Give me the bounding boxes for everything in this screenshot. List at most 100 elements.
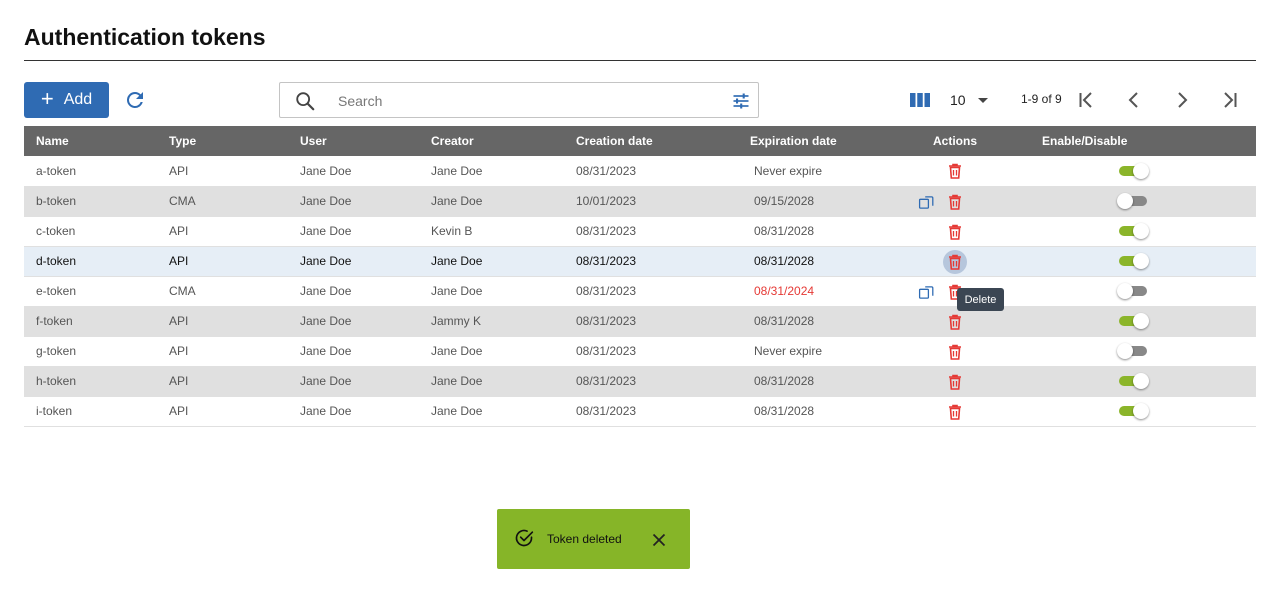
cell-name: c-token <box>36 224 76 238</box>
trash-icon[interactable] <box>948 344 962 360</box>
snackbar: Token deleted <box>497 509 690 569</box>
trash-icon[interactable] <box>948 374 962 390</box>
enable-toggle[interactable] <box>1119 163 1149 180</box>
page-size-select[interactable]: 10 <box>950 90 988 110</box>
trash-icon[interactable] <box>948 254 962 270</box>
cell-created: 08/31/2023 <box>576 284 637 298</box>
trash-icon[interactable] <box>948 163 962 179</box>
tune-icon[interactable] <box>731 91 751 111</box>
table-row[interactable]: h-token API Jane Doe Jane Doe 08/31/2023 08/3… <box>24 366 1256 396</box>
enable-toggle[interactable] <box>1119 403 1149 420</box>
cell-created: 08/31/2023 <box>576 404 637 418</box>
cell-creator: Jammy K <box>431 314 482 328</box>
cell-enable-disable <box>1012 306 1256 336</box>
enable-toggle[interactable] <box>1117 193 1149 210</box>
cell-creator: Jane Doe <box>431 163 483 178</box>
cell-type: API <box>169 163 189 178</box>
toggle-knob <box>1133 253 1149 270</box>
cell-user: Jane Doe <box>300 344 352 358</box>
add-button[interactable]: + Add <box>24 82 109 118</box>
enable-toggle[interactable] <box>1117 283 1149 300</box>
cell-enable-disable <box>1012 216 1256 246</box>
column-header-creator[interactable]: Creator <box>419 126 564 156</box>
enable-toggle[interactable] <box>1119 313 1149 330</box>
toggle-knob <box>1133 403 1149 420</box>
cell-user: Jane Doe <box>300 314 352 328</box>
chevron-down-icon <box>977 97 988 103</box>
cell-user: Jane Doe <box>300 254 352 268</box>
table-row[interactable]: b-token CMA Jane Doe Jane Doe 10/01/2023 09/1… <box>24 186 1256 216</box>
cell-type: API <box>169 404 189 418</box>
table-row[interactable]: c-token API Jane Doe Kevin B 08/31/2023 08/31… <box>24 216 1256 246</box>
copy-icon[interactable] <box>918 194 934 211</box>
cell-type: API <box>169 344 189 358</box>
refresh-icon[interactable] <box>123 88 147 112</box>
search-input[interactable] <box>338 90 718 112</box>
page-size-value: 10 <box>950 92 966 108</box>
column-header-creation-date[interactable]: Creation date <box>564 126 738 156</box>
search-icon <box>296 92 315 111</box>
cell-expires: 08/31/2028 <box>754 224 815 238</box>
enable-toggle[interactable] <box>1119 253 1149 270</box>
close-icon[interactable] <box>652 533 666 547</box>
cell-created: 08/31/2023 <box>576 163 637 178</box>
cell-expires: 08/31/2028 <box>754 374 815 388</box>
trash-icon[interactable] <box>948 404 962 420</box>
cell-type: API <box>169 374 189 388</box>
enable-toggle[interactable] <box>1119 223 1149 240</box>
cell-name: a-token <box>36 163 77 178</box>
column-header-type[interactable]: Type <box>157 126 288 156</box>
cell-actions <box>898 186 1012 216</box>
table-row[interactable]: a-token API Jane Doe Jane Doe 08/31/2023 Neve… <box>24 156 1256 186</box>
cell-creator: Jane Doe <box>431 194 483 208</box>
chevron-left-icon[interactable] <box>1122 88 1146 112</box>
cell-enable-disable <box>1012 396 1256 426</box>
trash-icon[interactable] <box>948 194 962 210</box>
cell-creator: Jane Doe <box>431 404 483 418</box>
cell-actions <box>898 216 1012 246</box>
cell-enable-disable <box>1012 366 1256 396</box>
column-header-user[interactable]: User <box>288 126 419 156</box>
cell-name: i-token <box>36 404 73 418</box>
delete-tooltip: Delete <box>957 288 1004 311</box>
cell-enable-disable <box>1012 336 1256 366</box>
cell-type: API <box>169 224 189 238</box>
table-row[interactable]: i-token API Jane Doe Jane Doe 08/31/2023 08/3… <box>24 396 1256 426</box>
cell-enable-disable <box>1012 276 1256 306</box>
trash-icon[interactable] <box>948 314 962 330</box>
cell-created: 08/31/2023 <box>576 254 637 268</box>
toggle-knob <box>1133 223 1149 240</box>
trash-icon[interactable] <box>948 224 962 240</box>
cell-type: API <box>169 314 189 328</box>
toggle-knob <box>1117 343 1133 360</box>
cell-user: Jane Doe <box>300 163 352 178</box>
last-page-icon[interactable] <box>1218 88 1242 112</box>
table-header-row: Name Type User Creator Creation date Exp… <box>24 126 1256 156</box>
copy-icon[interactable] <box>918 284 934 301</box>
enable-toggle[interactable] <box>1117 343 1149 360</box>
column-header-enable-disable: Enable/Disable <box>1042 134 1128 148</box>
columns-icon[interactable] <box>909 90 931 110</box>
cell-created: 08/31/2023 <box>576 314 637 328</box>
cell-name: e-token <box>36 284 77 298</box>
column-header-name[interactable]: Name <box>24 126 157 156</box>
cell-creator: Jane Doe <box>431 254 483 268</box>
search-box[interactable] <box>279 82 759 118</box>
chevron-right-icon[interactable] <box>1170 88 1194 112</box>
cell-expires: 08/31/2028 <box>754 404 815 418</box>
enable-toggle[interactable] <box>1119 373 1149 390</box>
table-row[interactable]: g-token API Jane Doe Jane Doe 08/31/2023 Neve… <box>24 336 1256 366</box>
table-row[interactable]: e-token CMA Jane Doe Jane Doe 08/31/2023 08/3… <box>24 276 1256 306</box>
page-title: Authentication tokens <box>24 24 266 50</box>
cell-expires: 08/31/2028 <box>754 314 815 328</box>
first-page-icon[interactable] <box>1074 88 1098 112</box>
column-header-expiration-date[interactable]: Expiration date <box>738 126 898 156</box>
column-header-actions: Actions <box>932 134 977 148</box>
cell-user: Jane Doe <box>300 404 352 418</box>
table-row[interactable]: f-token API Jane Doe Jammy K 08/31/2023 08/31… <box>24 306 1256 336</box>
cell-created: 08/31/2023 <box>576 374 637 388</box>
cell-created: 08/31/2023 <box>576 224 637 238</box>
cell-expires: 08/31/2024 <box>754 284 815 298</box>
table-row[interactable]: d-token API Jane Doe Jane Doe 08/31/2023 08/3… <box>24 246 1256 276</box>
cell-user: Jane Doe <box>300 224 352 238</box>
